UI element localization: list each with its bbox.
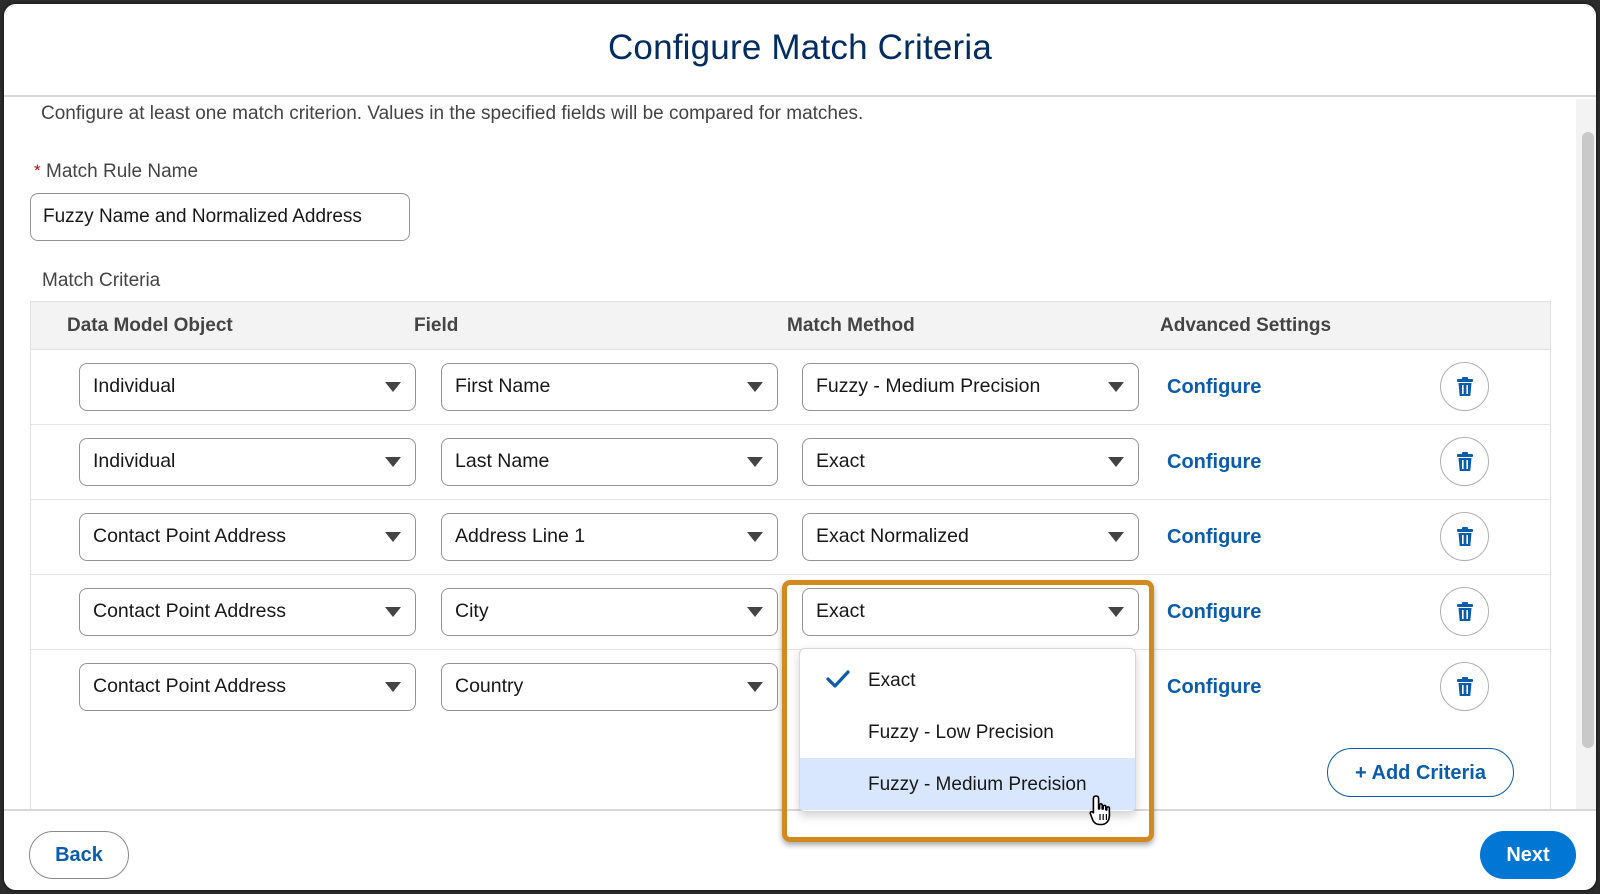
- match-method-select[interactable]: Exact: [802, 438, 1139, 486]
- caret-down-icon: [1108, 382, 1124, 392]
- select-value: City: [455, 600, 489, 622]
- hand-cursor-icon: [1089, 795, 1111, 826]
- configure-link[interactable]: Configure: [1167, 451, 1261, 474]
- field-select[interactable]: Last Name: [441, 438, 778, 486]
- modal-header: Configure Match Criteria: [4, 4, 1596, 97]
- select-value: Contact Point Address: [93, 525, 286, 547]
- caret-down-icon: [1108, 532, 1124, 542]
- configure-link[interactable]: Configure: [1167, 676, 1261, 699]
- modal-footer: Back Next: [4, 809, 1596, 890]
- trash-icon: [1456, 376, 1473, 396]
- configure-link[interactable]: Configure: [1167, 526, 1261, 549]
- caret-down-icon: [385, 457, 401, 467]
- caret-down-icon: [747, 682, 763, 692]
- table-header: Data Model Object Field Match Method Adv…: [31, 302, 1550, 350]
- dropdown-option-fuzzy-low[interactable]: Fuzzy - Low Precision: [800, 706, 1135, 758]
- trash-icon: [1456, 676, 1473, 696]
- match-criteria-table: Data Model Object Field Match Method Adv…: [30, 301, 1551, 811]
- checkmark-icon: [826, 670, 850, 688]
- match-criteria-label: Match Criteria: [42, 270, 161, 291]
- field-select[interactable]: City: [441, 588, 778, 636]
- column-header-field: Field: [414, 315, 459, 336]
- select-value: First Name: [455, 375, 551, 397]
- delete-row-button[interactable]: [1440, 662, 1489, 711]
- data-model-object-select[interactable]: Individual: [79, 363, 416, 411]
- caret-down-icon: [747, 532, 763, 542]
- select-value: Exact: [816, 450, 865, 472]
- data-model-object-select[interactable]: Contact Point Address: [79, 588, 416, 636]
- delete-row-button[interactable]: [1440, 437, 1489, 486]
- modal-body: Configure at least one match criterion. …: [4, 99, 1576, 811]
- caret-down-icon: [1108, 607, 1124, 617]
- required-indicator: *: [34, 161, 41, 180]
- column-header-advanced-settings: Advanced Settings: [1160, 315, 1332, 336]
- caret-down-icon: [385, 682, 401, 692]
- table-row: Individual First Name Fuzzy - Medium Pre…: [31, 350, 1550, 425]
- caret-down-icon: [747, 382, 763, 392]
- back-button[interactable]: Back: [29, 831, 129, 879]
- table-row: Contact Point Address Country Configure: [31, 650, 1550, 725]
- caret-down-icon: [1108, 457, 1124, 467]
- data-model-object-select[interactable]: Contact Point Address: [79, 663, 416, 711]
- add-criteria-button[interactable]: + Add Criteria: [1327, 748, 1514, 797]
- match-rule-name-label: Match Rule Name: [46, 161, 199, 182]
- configure-link[interactable]: Configure: [1167, 376, 1261, 399]
- select-value: Individual: [93, 450, 176, 472]
- select-value: Last Name: [455, 450, 550, 472]
- scrollbar-thumb[interactable]: [1582, 132, 1594, 748]
- select-value: Fuzzy - Medium Precision: [816, 375, 1041, 397]
- intro-text: Configure at least one match criterion. …: [41, 103, 864, 124]
- dropdown-option-exact[interactable]: Exact: [800, 654, 1135, 706]
- table-row: Contact Point Address City Exact Configu…: [31, 575, 1550, 650]
- dropdown-option-fuzzy-medium[interactable]: Fuzzy - Medium Precision: [800, 758, 1135, 810]
- select-value: Contact Point Address: [93, 675, 286, 697]
- option-label: Exact: [868, 670, 916, 691]
- match-method-select[interactable]: Exact Normalized: [802, 513, 1139, 561]
- option-label: Fuzzy - Low Precision: [868, 722, 1054, 743]
- caret-down-icon: [385, 382, 401, 392]
- match-method-select-open[interactable]: Exact: [802, 588, 1139, 636]
- column-header-match-method: Match Method: [787, 315, 915, 336]
- data-model-object-select[interactable]: Individual: [79, 438, 416, 486]
- match-method-dropdown-menu: Exact Fuzzy - Low Precision Fuzzy - Medi…: [799, 648, 1136, 812]
- select-value: Contact Point Address: [93, 600, 286, 622]
- caret-down-icon: [385, 532, 401, 542]
- match-rule-name-input[interactable]: [30, 193, 410, 241]
- trash-icon: [1456, 451, 1473, 471]
- caret-down-icon: [747, 607, 763, 617]
- trash-icon: [1456, 526, 1473, 546]
- trash-icon: [1456, 601, 1473, 621]
- select-value: Exact Normalized: [816, 525, 969, 547]
- next-button[interactable]: Next: [1480, 831, 1576, 879]
- data-model-object-select[interactable]: Contact Point Address: [79, 513, 416, 561]
- match-method-select[interactable]: Fuzzy - Medium Precision: [802, 363, 1139, 411]
- table-row: Contact Point Address Address Line 1 Exa…: [31, 500, 1550, 575]
- field-select[interactable]: Country: [441, 663, 778, 711]
- caret-down-icon: [385, 607, 401, 617]
- field-select[interactable]: Address Line 1: [441, 513, 778, 561]
- select-value: Country: [455, 675, 524, 697]
- select-value: Address Line 1: [455, 525, 586, 547]
- option-label: Fuzzy - Medium Precision: [868, 774, 1087, 795]
- table-row: Individual Last Name Exact Configure: [31, 425, 1550, 500]
- delete-row-button[interactable]: [1440, 587, 1489, 636]
- modal-title: Configure Match Criteria: [607, 28, 993, 67]
- configure-link[interactable]: Configure: [1167, 601, 1261, 624]
- field-select[interactable]: First Name: [441, 363, 778, 411]
- delete-row-button[interactable]: [1440, 362, 1489, 411]
- select-value: Exact: [816, 600, 865, 622]
- column-header-data-model-object: Data Model Object: [67, 315, 233, 336]
- delete-row-button[interactable]: [1440, 512, 1489, 561]
- caret-down-icon: [747, 457, 763, 467]
- select-value: Individual: [93, 375, 176, 397]
